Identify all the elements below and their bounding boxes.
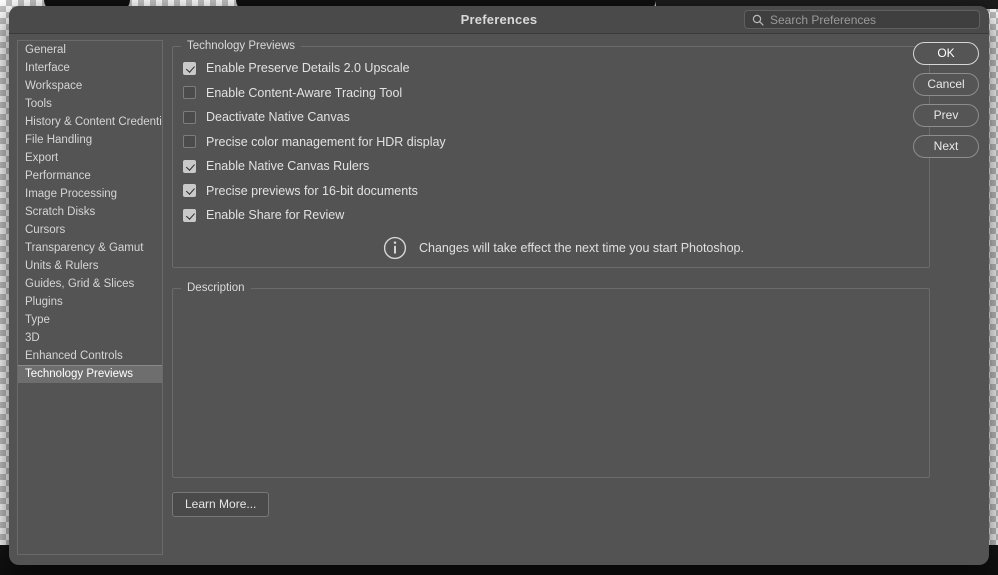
preferences-dialog: Preferences GeneralInterfaceWorkspaceToo… [9,6,989,565]
sidebar-item-transparency-gamut[interactable]: Transparency & Gamut [18,239,162,257]
sidebar-item-units-rulers[interactable]: Units & Rulers [18,257,162,275]
sidebar-item-technology-previews[interactable]: Technology Previews [18,365,162,383]
dialog-body: General Interface Workspace Tools History & … [9,34,989,565]
option-label: Enable Share for Review [206,208,345,223]
sidebar-item-image-processing[interactable]: Image Processing [18,185,162,203]
sidebar-item-type[interactable]: Type [18,311,162,329]
option-row[interactable]: Enable Native Canvas Rulers [173,154,929,179]
checkbox-checked-icon[interactable] [183,208,196,222]
description-text [173,294,929,477]
sidebar-item-export[interactable]: Export [18,149,162,167]
learn-more-button[interactable]: Learn More... [172,492,270,517]
next-button[interactable]: Next [913,135,979,158]
option-label: Enable Preserve Details 2.0 Upscale [206,61,410,76]
ok-button[interactable]: OK [913,42,979,65]
option-row[interactable]: Precise color management for HDR display [173,130,929,155]
sidebar-item-file-handling[interactable]: File Handling [18,131,162,149]
search-icon [752,14,770,26]
cancel-button[interactable]: Cancel [913,73,979,96]
search-box[interactable] [744,10,980,29]
restart-notice-text: Changes will take effect the next time y… [419,240,744,255]
search-input[interactable] [770,12,972,27]
technology-previews-group: Technology Previews Enable Preserve Deta… [172,40,930,268]
checkbox-checked-icon[interactable] [183,184,196,198]
checkbox-checked-icon[interactable] [183,61,196,75]
sidebar-item-general[interactable]: General [18,41,162,59]
sidebar-item-history-content-credentials[interactable]: History & Content Credentials [18,113,162,131]
option-row[interactable]: Deactivate Native Canvas [173,105,929,130]
option-row[interactable]: Precise previews for 16-bit documents [173,179,929,204]
prev-button[interactable]: Prev [913,104,979,127]
dialog-titlebar: Preferences [9,6,989,34]
option-row[interactable]: Enable Content-Aware Tracing Tool [173,81,929,106]
sidebar-item-plugins[interactable]: Plugins [18,293,162,311]
sidebar-item-workspace[interactable]: Workspace [18,77,162,95]
technology-previews-legend: Technology Previews [187,40,296,52]
sidebar-item-scratch-disks[interactable]: Scratch Disks [18,203,162,221]
sidebar-item-interface[interactable]: Interface [18,59,162,77]
technology-previews-option-list: Enable Preserve Details 2.0 Upscale Enabl… [173,56,929,228]
preferences-category-list[interactable]: General Interface Workspace Tools History & … [17,40,163,555]
sidebar-item-performance[interactable]: Performance [18,167,162,185]
option-label: Precise color management for HDR display [206,134,446,149]
option-row[interactable]: Enable Preserve Details 2.0 Upscale [173,56,929,81]
dialog-button-column: OK Cancel Prev Next [913,42,979,166]
restart-notice: Changes will take effect the next time y… [173,236,929,260]
description-group: Description [172,282,930,478]
option-label: Precise previews for 16-bit documents [206,183,418,198]
option-label: Enable Content-Aware Tracing Tool [206,85,403,100]
description-legend: Description [187,282,245,294]
checkbox-unchecked-icon[interactable] [183,110,196,124]
sidebar-item-tools[interactable]: Tools [18,95,162,113]
info-icon [383,236,419,260]
sidebar-item-enhanced-controls[interactable]: Enhanced Controls [18,347,162,365]
sidebar-item-3d[interactable]: 3D [18,329,162,347]
checkbox-unchecked-icon[interactable] [183,86,196,100]
checkbox-checked-icon[interactable] [183,159,196,173]
option-label: Deactivate Native Canvas [206,110,350,125]
option-row[interactable]: Enable Share for Review [173,203,929,228]
main-content: Technology Previews Enable Preserve Deta… [172,40,930,517]
sidebar-item-cursors[interactable]: Cursors [18,221,162,239]
option-label: Enable Native Canvas Rulers [206,159,370,174]
sidebar-item-guides-grid-slices[interactable]: Guides, Grid & Slices [18,275,162,293]
checkbox-unchecked-icon[interactable] [183,135,196,149]
